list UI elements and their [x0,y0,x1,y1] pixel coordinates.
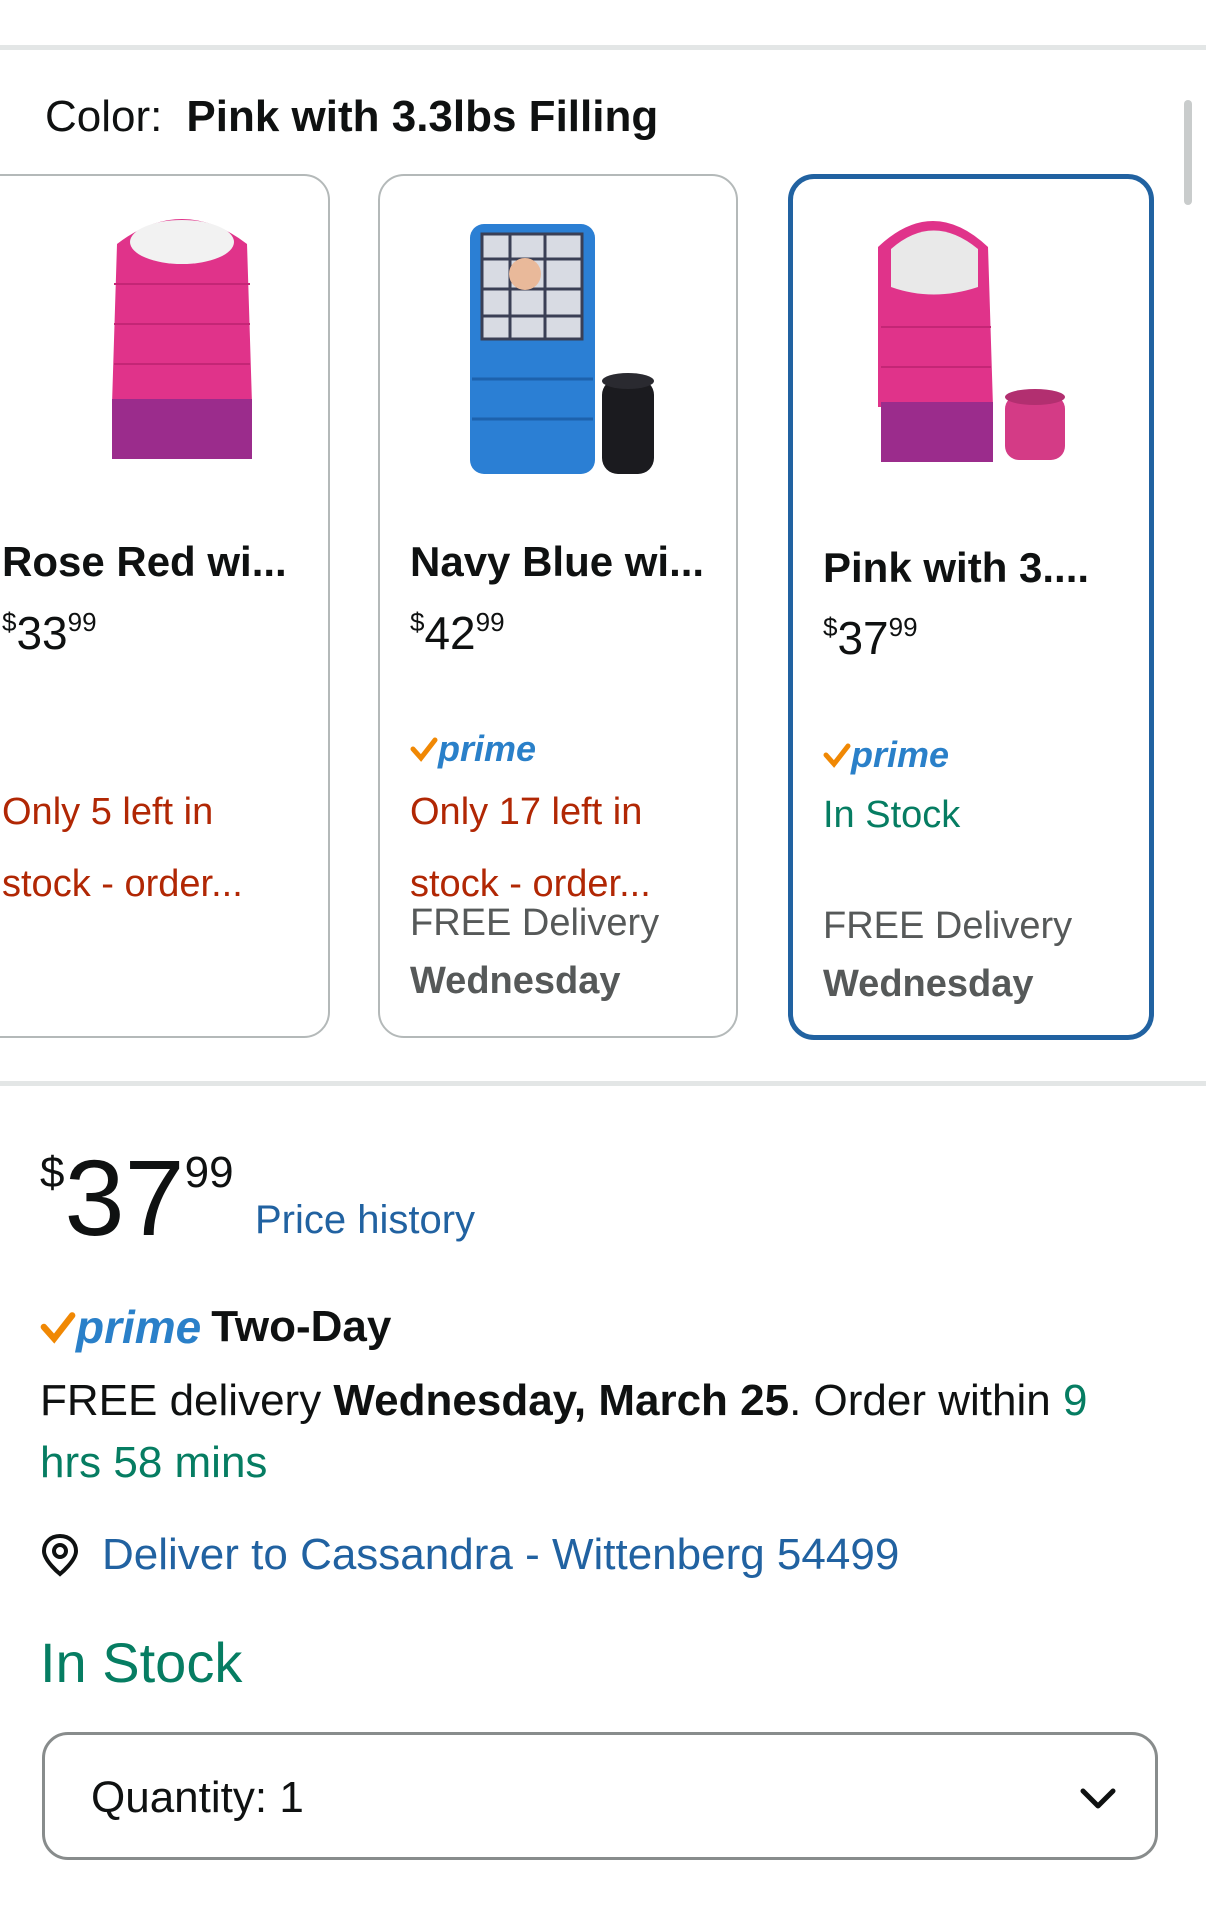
top-divider [0,45,1206,50]
main-price: $3799 [40,1135,234,1260]
swatch-price: $4299 [410,606,505,660]
delivery-info: FREE Delivery Wednesday [823,897,1072,1013]
swatch-name: Rose Red wi... [2,538,287,585]
price-whole: 33 [16,607,68,659]
quantity-value: 1 [279,1773,304,1822]
delivery-message: FREE delivery Wednesday, March 25. Order… [40,1370,1160,1494]
prime-badge: prime [410,728,537,769]
color-swatch-carousel[interactable]: Rose Red wi... $3399 Only 5 left in stock… [0,172,1206,1052]
swatch-card-pink-selected[interactable]: Pink with 3.... $3799 prime In Stock FRE… [788,174,1154,1040]
stock-line-1: Only 17 left in [410,791,643,833]
price-fraction: 99 [888,612,918,642]
price-fraction: 99 [184,1148,234,1197]
stock-line-1: Only 5 left in [2,791,214,833]
price-symbol: $ [823,612,838,642]
stock-warning: Only 5 left in stock - order... [2,776,243,920]
delivery-text: FREE Delivery [410,902,660,944]
in-stock-status: In Stock [40,1631,243,1694]
delivery-text: FREE Delivery [823,905,1073,947]
delivery-prefix: FREE delivery [40,1376,334,1425]
swatch-card-navy-blue[interactable]: Navy Blue wi... $4299 prime Only 17 left… [378,174,738,1038]
price-symbol: $ [40,1148,65,1197]
checkmark-icon [40,1312,76,1344]
chevron-down-icon [1080,1788,1116,1809]
checkmark-icon [823,743,851,768]
stock-line-2: stock - order... [2,863,243,905]
delivery-info: FREE Delivery Wednesday [410,894,659,1010]
rose-red-sleeping-bag-image [112,219,252,459]
price-history-link[interactable]: Price history [255,1198,475,1243]
checkmark-icon [410,737,438,762]
prime-two-day-badge: prime Two-Day [40,1300,391,1360]
prime-text: prime [438,728,537,769]
price-whole: 37 [64,1137,185,1258]
prime-text: prime [851,734,950,775]
price-symbol: $ [2,607,17,637]
delivery-day: Wednesday [823,963,1034,1005]
swatch-name: Pink with 3.... [823,544,1090,591]
deliver-to-location[interactable]: Deliver to Cassandra - Wittenberg 54499 [40,1530,899,1590]
color-label: Color: [45,92,163,141]
swatch-name: Navy Blue wi... [410,538,705,585]
price-whole: 37 [837,612,889,664]
prime-badge: prime [823,734,950,775]
deliver-to-text: Deliver to Cassandra - Wittenberg 54499 [102,1530,900,1579]
navy-blue-sleeping-bag-image [470,224,654,474]
swatch-price: $3799 [823,611,918,665]
price-symbol: $ [410,607,425,637]
prime-text: prime [76,1301,202,1353]
quantity-label: Quantity: 1 [91,1773,304,1823]
section-divider [0,1081,1206,1086]
price-whole: 42 [424,607,476,659]
quantity-dropdown[interactable]: Quantity: 1 [42,1732,1158,1860]
stock-status: In Stock [823,794,961,836]
location-pin-icon [41,1533,79,1577]
pink-sleeping-bag-image [878,221,1065,462]
swatch-price: $3399 [2,606,97,660]
delivery-date: Wednesday, March 25 [333,1376,790,1425]
swatch-card-rose-red[interactable]: Rose Red wi... $3399 Only 5 left in stock… [0,174,330,1038]
delivery-day: Wednesday [410,960,621,1002]
price-fraction: 99 [475,607,505,637]
color-value: Pink with 3.3lbs Filling [186,92,659,141]
color-selection-line: Color: Pink with 3.3lbs Filling [45,92,658,142]
delivery-middle: . Order within [789,1376,1063,1425]
prime-service: Two-Day [211,1302,392,1351]
price-fraction: 99 [67,607,97,637]
quantity-label-text: Quantity: [91,1773,268,1822]
